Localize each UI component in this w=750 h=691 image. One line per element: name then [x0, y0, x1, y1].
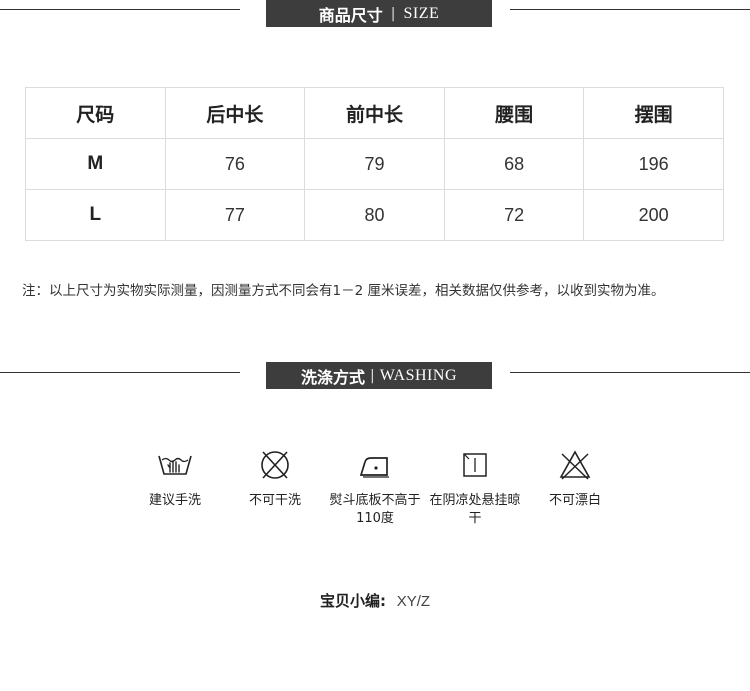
size-title-separator: |: [390, 5, 396, 22]
measurement-note: 注：以上尺寸为实物实际测量，因测量方式不同会有1－2 厘米误差，相关数据仅供参考…: [22, 283, 665, 299]
header-front-length: 前中长: [304, 87, 445, 139]
cell-back-length: 77: [164, 189, 306, 241]
cell-hem: 196: [583, 138, 724, 190]
wash-label-hand-wash: 建议手洗: [148, 493, 201, 508]
cell-hem: 200: [583, 189, 724, 241]
hand-wash-icon: [158, 455, 192, 475]
wash-label-no-bleach: 不可漂白: [548, 493, 601, 508]
iron-icon: [359, 457, 389, 478]
washing-title-separator: |: [370, 367, 375, 384]
shade-dry-icon: [463, 453, 487, 477]
editor-credit: 宝贝小编: XY/Z: [0, 590, 750, 611]
washing-title-zh: 洗涤方式: [300, 367, 365, 387]
no-dry-clean-icon: [261, 451, 289, 479]
table-header-row: 尺码 后中长 前中长 腰围 摆围: [25, 87, 724, 139]
size-divider-left: [0, 9, 240, 10]
wash-item-shade-dry: 在阴凉处悬挂晾干: [425, 448, 525, 528]
wash-label-iron: 熨斗底板不高于110度: [329, 493, 421, 526]
cell-front-length: 80: [304, 189, 445, 241]
cell-size: L: [25, 189, 166, 241]
cell-back-length: 76: [164, 138, 306, 190]
washing-divider-left: [0, 372, 240, 373]
size-title-en: SIZE: [403, 4, 440, 22]
size-divider-right: [510, 9, 750, 10]
header-back-length: 后中长: [164, 87, 306, 139]
table-row: M 76 79 68 196: [25, 138, 724, 190]
no-bleach-icon: [559, 450, 591, 480]
cell-waist: 72: [443, 189, 585, 241]
cell-size: M: [25, 138, 166, 190]
wash-item-no-dry-clean: 不可干洗: [225, 448, 325, 510]
wash-label-shade-dry: 在阴凉处悬挂晾干: [429, 493, 521, 526]
cell-waist: 68: [443, 138, 585, 190]
cell-front-length: 79: [304, 138, 445, 190]
header-waist: 腰围: [443, 87, 585, 139]
editor-value: XY/Z: [396, 593, 431, 610]
wash-item-no-bleach: 不可漂白: [525, 448, 625, 510]
size-table: 尺码 后中长 前中长 腰围 摆围 M 76 79 68 196 L 77 80 …: [25, 87, 724, 241]
size-title-zh: 商品尺寸: [318, 5, 383, 25]
washing-divider-right: [510, 372, 750, 373]
header-size: 尺码: [25, 87, 166, 139]
header-hem: 摆围: [583, 87, 724, 139]
washing-section-header: 洗涤方式 | WASHING: [266, 362, 492, 389]
table-row: L 77 80 72 200: [25, 189, 724, 241]
wash-item-iron: 熨斗底板不高于110度: [325, 448, 425, 528]
wash-item-hand-wash: 建议手洗: [125, 448, 225, 510]
size-section-header: 商品尺寸 | SIZE: [266, 0, 492, 27]
editor-label: 宝贝小编:: [319, 592, 386, 610]
wash-label-no-dry-clean: 不可干洗: [248, 493, 301, 508]
washing-title-en: WASHING: [379, 366, 457, 384]
